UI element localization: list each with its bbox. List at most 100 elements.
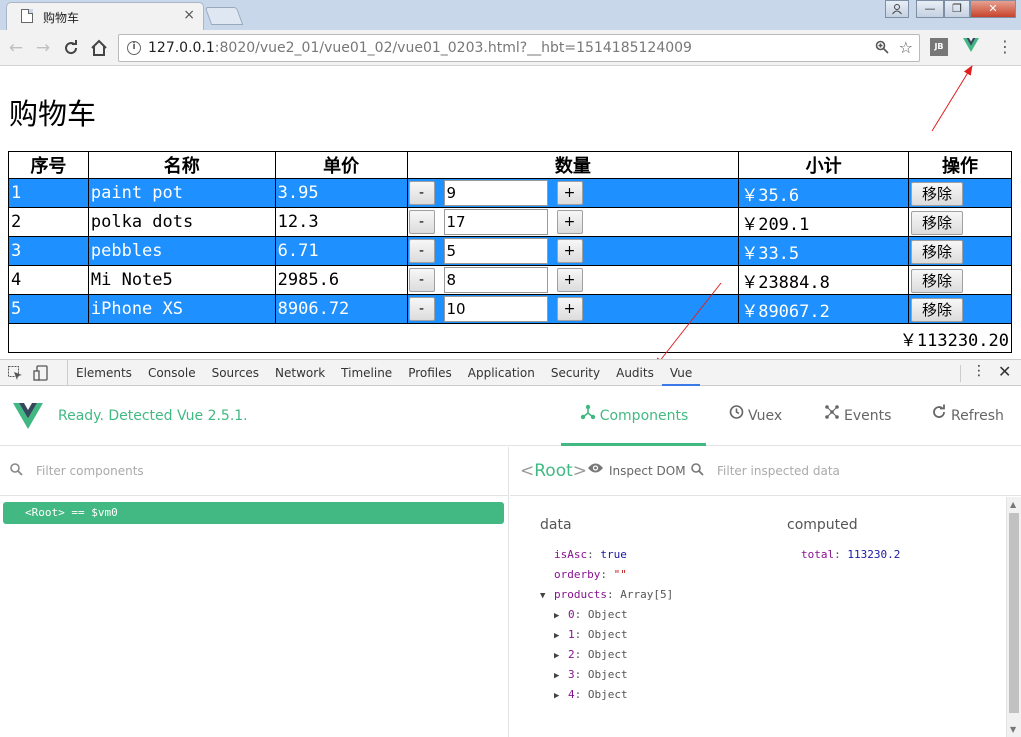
expand-triangle-icon[interactable]: ▶: [554, 651, 568, 661]
tab-sources[interactable]: Sources: [204, 360, 267, 386]
column-header[interactable]: 单价: [274, 151, 408, 179]
quantity-cell: -+: [406, 265, 740, 295]
refresh-button[interactable]: Refresh: [930, 386, 1004, 446]
zoom-icon[interactable]: [875, 40, 889, 58]
scroll-thumb[interactable]: [1009, 513, 1019, 713]
expand-triangle-icon[interactable]: ▶: [554, 671, 568, 681]
product-object-item[interactable]: ▶ 4: Object: [554, 688, 628, 701]
tab-vue[interactable]: Vue: [661, 360, 701, 386]
inspector-scrollbar[interactable]: ▲ ▼: [1006, 497, 1021, 737]
more-options-icon[interactable]: ⋮: [972, 363, 986, 379]
column-header[interactable]: 操作: [908, 151, 1012, 179]
browser-tab[interactable]: 购物车 ×: [6, 2, 204, 30]
filter-inspected-input[interactable]: Filter inspected data: [717, 464, 840, 478]
increase-quantity-button[interactable]: +: [556, 268, 583, 292]
increase-quantity-button[interactable]: +: [556, 210, 583, 234]
inspect-element-icon[interactable]: [7, 365, 23, 381]
expand-triangle-icon[interactable]: ▶: [554, 691, 568, 701]
row-number: 4: [8, 265, 89, 295]
remove-button[interactable]: 移除: [911, 297, 964, 322]
new-tab-button[interactable]: [204, 7, 244, 25]
subtotal: ￥35.6: [738, 178, 910, 208]
window-close-button[interactable]: ✕: [970, 0, 1016, 18]
table-row: 5iPhone XS8906.72-+￥89067.2移除: [8, 294, 1012, 324]
scroll-up-icon[interactable]: ▲: [1010, 500, 1016, 509]
decrease-quantity-button[interactable]: -: [408, 239, 435, 263]
tab-close-icon[interactable]: ×: [183, 7, 195, 23]
decrease-quantity-button[interactable]: -: [408, 210, 435, 234]
tab-timeline[interactable]: Timeline: [333, 360, 400, 386]
tab-security[interactable]: Security: [543, 360, 608, 386]
data-prop-products[interactable]: ▼ products: Array[5]: [540, 588, 673, 601]
quantity-stepper: -+: [408, 296, 739, 323]
jetbrains-extension-icon[interactable]: JB: [930, 38, 948, 56]
devtools-toolbar: Elements Console Sources Network Timelin…: [0, 359, 1021, 386]
quantity-input[interactable]: [443, 267, 548, 293]
remove-button[interactable]: 移除: [911, 181, 964, 206]
history-icon: [727, 386, 745, 446]
action-cell: 移除: [908, 178, 1012, 208]
eye-icon[interactable]: [587, 462, 604, 478]
quantity-input[interactable]: [443, 209, 548, 235]
root-component-row[interactable]: <Root> == $vm0: [3, 502, 504, 524]
collapse-triangle-icon[interactable]: ▼: [540, 591, 554, 601]
product-object-item[interactable]: ▶ 2: Object: [554, 648, 628, 661]
row-number: 5: [8, 294, 89, 324]
browser-menu-icon[interactable]: ⋮: [996, 38, 1014, 56]
vuex-tab[interactable]: Vuex: [727, 386, 782, 446]
tab-elements[interactable]: Elements: [68, 360, 140, 386]
device-toolbar-icon[interactable]: [33, 365, 49, 381]
product-object-item[interactable]: ▶ 1: Object: [554, 628, 628, 641]
tab-console[interactable]: Console: [140, 360, 204, 386]
quantity-input[interactable]: [443, 238, 548, 264]
tab-profiles[interactable]: Profiles: [400, 360, 460, 386]
filter-components-bar[interactable]: Filter components: [0, 447, 509, 496]
decrease-quantity-button[interactable]: -: [408, 297, 435, 321]
column-header[interactable]: 序号: [8, 151, 89, 179]
info-icon[interactable]: i: [127, 41, 141, 55]
inspect-dom-button[interactable]: Inspect DOM: [609, 464, 686, 478]
decrease-quantity-button[interactable]: -: [408, 181, 435, 205]
vue-devtools-extension-icon[interactable]: [962, 38, 980, 56]
page-content: 购物车 序号 名称 单价 数量 小计 操作 1paint pot3.95-+￥3…: [0, 67, 1021, 359]
inspector-header: <Root> Inspect DOM Filter inspected data: [510, 447, 1021, 496]
expand-triangle-icon[interactable]: ▶: [554, 631, 568, 641]
remove-button[interactable]: 移除: [911, 268, 964, 293]
forward-arrow-icon[interactable]: →: [32, 37, 54, 59]
scroll-down-icon[interactable]: ▼: [1010, 725, 1016, 734]
column-header[interactable]: 名称: [87, 151, 276, 179]
remove-button[interactable]: 移除: [911, 239, 964, 264]
product-object-item[interactable]: ▶ 3: Object: [554, 668, 628, 681]
tab-network[interactable]: Network: [267, 360, 333, 386]
address-bar[interactable]: i 127.0.0.1:8020/vue2_01/vue01_02/vue01_…: [118, 34, 920, 62]
computed-prop-total: total: 113230.2: [801, 548, 901, 561]
user-icon[interactable]: [885, 0, 909, 18]
bookmark-star-icon[interactable]: ☆: [899, 38, 913, 57]
close-devtools-icon[interactable]: ✕: [998, 362, 1011, 381]
quantity-input[interactable]: [443, 180, 548, 206]
column-header[interactable]: 数量: [406, 151, 740, 179]
minimize-button[interactable]: —: [916, 0, 944, 18]
quantity-cell: -+: [406, 178, 740, 208]
quantity-cell: -+: [406, 294, 740, 324]
maximize-button[interactable]: ❐: [944, 0, 970, 18]
tab-strip: 购物车 × — ❐ ✕: [0, 0, 1021, 30]
increase-quantity-button[interactable]: +: [556, 181, 583, 205]
filter-components-input[interactable]: Filter components: [36, 464, 144, 478]
decrease-quantity-button[interactable]: -: [408, 268, 435, 292]
components-tab[interactable]: Components: [561, 386, 706, 446]
back-arrow-icon[interactable]: ←: [5, 37, 27, 59]
home-icon[interactable]: [88, 37, 110, 59]
search-icon: [691, 463, 704, 480]
quantity-input[interactable]: [443, 296, 548, 322]
reload-icon[interactable]: [60, 37, 82, 59]
column-header[interactable]: 小计: [738, 151, 910, 179]
remove-button[interactable]: 移除: [911, 210, 964, 235]
tab-audits[interactable]: Audits: [608, 360, 662, 386]
events-tab[interactable]: Events: [823, 386, 891, 446]
increase-quantity-button[interactable]: +: [556, 239, 583, 263]
product-object-item[interactable]: ▶ 0: Object: [554, 608, 628, 621]
tab-application[interactable]: Application: [460, 360, 543, 386]
expand-triangle-icon[interactable]: ▶: [554, 611, 568, 621]
increase-quantity-button[interactable]: +: [556, 297, 583, 321]
